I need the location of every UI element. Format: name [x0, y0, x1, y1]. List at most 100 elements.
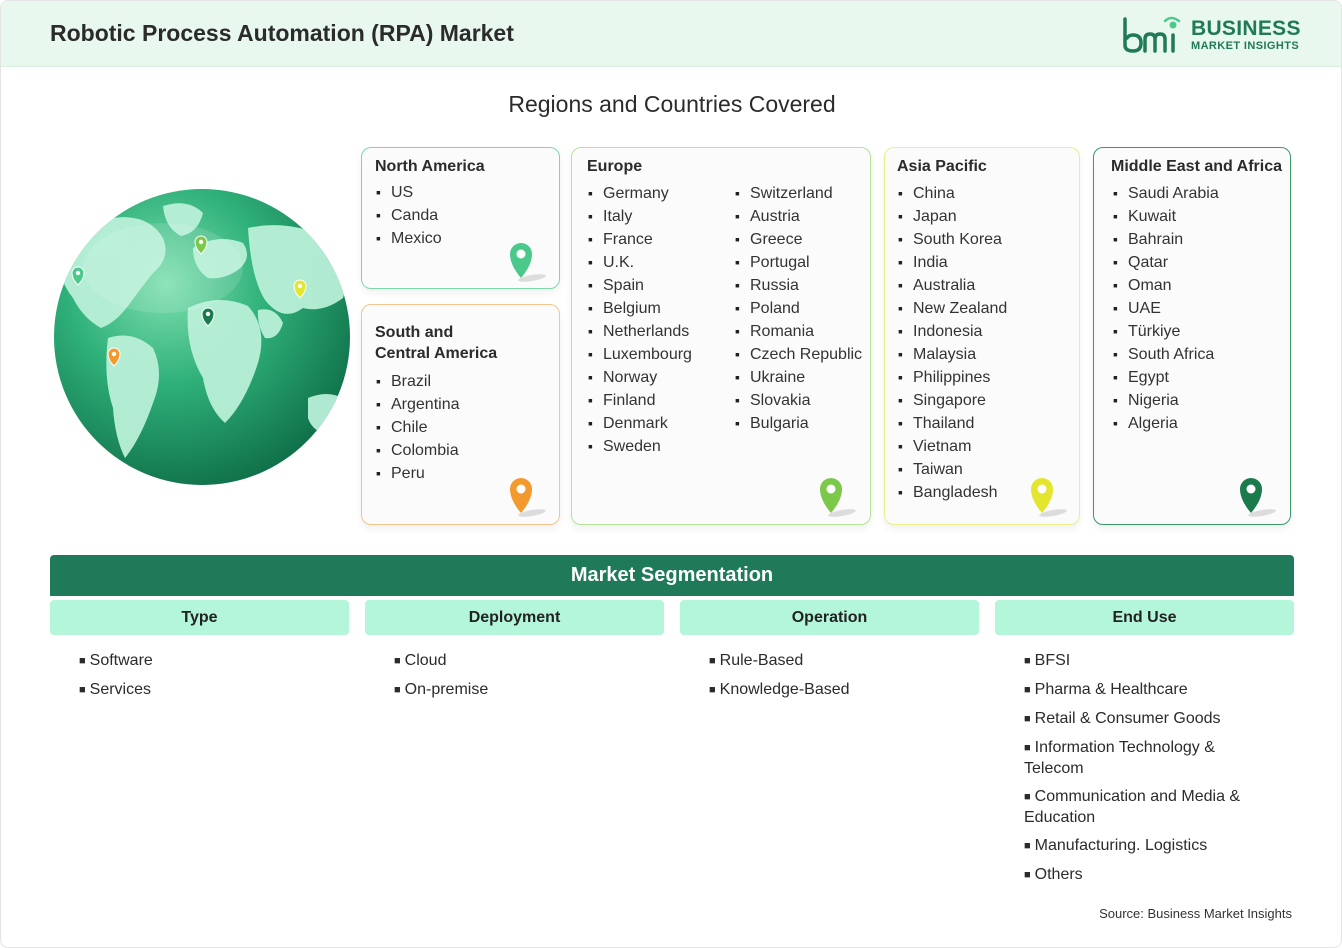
list-item: Algeria — [1113, 412, 1219, 435]
list-item: Poland — [735, 297, 862, 320]
list-item: South Korea — [898, 228, 1007, 251]
list-item: Finland — [588, 389, 692, 412]
list-item: Pharma & Healthcare — [1024, 680, 1269, 701]
list-item: Slovakia — [735, 389, 862, 412]
country-list-col1: Germany Italy France U.K. Spain Belgium … — [588, 182, 692, 458]
list-item: BFSI — [1024, 651, 1269, 672]
list-item: Chile — [376, 416, 460, 439]
segment-list-end-use: BFSI Pharma & Healthcare Retail & Consum… — [1024, 651, 1269, 894]
list-item: Rule-Based — [709, 651, 969, 672]
list-item: Norway — [588, 366, 692, 389]
logo-text-business: BUSINESS — [1191, 17, 1301, 40]
segment-header-type: Type — [50, 600, 349, 635]
list-item: Türkiye — [1113, 320, 1219, 343]
region-card-europe: Europe Germany Italy France U.K. Spain B… — [571, 147, 871, 525]
list-item: South Africa — [1113, 343, 1219, 366]
map-pin-icon — [1240, 478, 1276, 517]
list-item: Oman — [1113, 274, 1219, 297]
country-list: Saudi Arabia Kuwait Bahrain Qatar Oman U… — [1113, 182, 1219, 435]
list-item: Bahrain — [1113, 228, 1219, 251]
map-pin-icon — [1031, 478, 1067, 517]
list-item: Denmark — [588, 412, 692, 435]
region-card-asia-pacific: Asia Pacific China Japan South Korea Ind… — [884, 147, 1080, 525]
list-item: India — [898, 251, 1007, 274]
list-item: China — [898, 182, 1007, 205]
list-item: Communication and Media & Education — [1024, 787, 1269, 828]
segment-header-end-use: End Use — [995, 600, 1294, 635]
country-list: China Japan South Korea India Australia … — [898, 182, 1007, 504]
list-item: France — [588, 228, 692, 251]
source-note: Source: Business Market Insights — [1099, 906, 1292, 921]
segment-header-operation: Operation — [680, 600, 979, 635]
country-list-col2: Switzerland Austria Greece Portugal Russ… — [735, 182, 862, 435]
list-item: Bulgaria — [735, 412, 862, 435]
logo-text-market-insights: MARKET INSIGHTS — [1191, 40, 1300, 52]
segment-header-deployment: Deployment — [365, 600, 664, 635]
segment-list-type: Software Services — [79, 651, 339, 709]
segmentation-title: Market Segmentation — [50, 555, 1294, 596]
list-item: Colombia — [376, 439, 460, 462]
list-item: Austria — [735, 205, 862, 228]
list-item: Indonesia — [898, 320, 1007, 343]
brand-logo: BUSINESS MARKET INSIGHTS — [1121, 15, 1301, 55]
list-item: Canda — [376, 204, 442, 227]
list-item: US — [376, 181, 442, 204]
list-item: Saudi Arabia — [1113, 182, 1219, 205]
list-item: Portugal — [735, 251, 862, 274]
list-item: Retail & Consumer Goods — [1024, 709, 1269, 730]
list-item: Japan — [898, 205, 1007, 228]
list-item: Philippines — [898, 366, 1007, 389]
region-title: Europe — [587, 158, 643, 175]
list-item: Argentina — [376, 393, 460, 416]
list-item: Knowledge-Based — [709, 680, 969, 701]
list-item: Manufacturing. Logistics — [1024, 836, 1269, 857]
list-item: Luxembourg — [588, 343, 692, 366]
region-card-middle-east-africa: Middle East and Africa Saudi Arabia Kuwa… — [1093, 147, 1291, 525]
list-item: Services — [79, 680, 339, 701]
bmi-logo-icon — [1123, 16, 1181, 53]
list-item: Australia — [898, 274, 1007, 297]
list-item: Sweden — [588, 435, 692, 458]
country-list: Brazil Argentina Chile Colombia Peru — [376, 370, 460, 485]
list-item: Netherlands — [588, 320, 692, 343]
list-item: Peru — [376, 462, 460, 485]
list-item: Nigeria — [1113, 389, 1219, 412]
segment-list-operation: Rule-Based Knowledge-Based — [709, 651, 969, 709]
region-title: South and Central America — [375, 322, 497, 364]
region-title: Middle East and Africa — [1111, 158, 1282, 175]
list-item: On-premise — [394, 680, 654, 701]
list-item: Taiwan — [898, 458, 1007, 481]
list-item: Egypt — [1113, 366, 1219, 389]
list-item: Czech Republic — [735, 343, 862, 366]
header: Robotic Process Automation (RPA) Market … — [1, 1, 1341, 67]
list-item: Spain — [588, 274, 692, 297]
list-item: Romania — [735, 320, 862, 343]
infographic-frame: Robotic Process Automation (RPA) Market … — [0, 0, 1342, 948]
list-item: Greece — [735, 228, 862, 251]
region-title: North America — [375, 158, 485, 175]
page-title: Robotic Process Automation (RPA) Market — [50, 20, 514, 46]
map-pin-icon — [510, 478, 546, 517]
list-item: Switzerland — [735, 182, 862, 205]
list-item: Italy — [588, 205, 692, 228]
list-item: Russia — [735, 274, 862, 297]
segment-list-deployment: Cloud On-premise — [394, 651, 654, 709]
map-pin-icon — [820, 478, 856, 517]
list-item: Bangladesh — [898, 481, 1007, 504]
map-pin-icon — [510, 243, 546, 282]
region-card-south-central-america: South and Central America Brazil Argenti… — [361, 304, 560, 525]
region-title: Asia Pacific — [897, 158, 987, 175]
list-item: U.K. — [588, 251, 692, 274]
region-title-line: South and — [375, 324, 454, 341]
list-item: Information Technology & Telecom — [1024, 738, 1269, 779]
list-item: Software — [79, 651, 339, 672]
list-item: Vietnam — [898, 435, 1007, 458]
list-item: UAE — [1113, 297, 1219, 320]
list-item: Malaysia — [898, 343, 1007, 366]
region-title-line: Central America — [375, 345, 498, 362]
list-item: Others — [1024, 865, 1269, 886]
list-item: Singapore — [898, 389, 1007, 412]
list-item: Mexico — [376, 227, 442, 250]
list-item: Brazil — [376, 370, 460, 393]
list-item: Kuwait — [1113, 205, 1219, 228]
